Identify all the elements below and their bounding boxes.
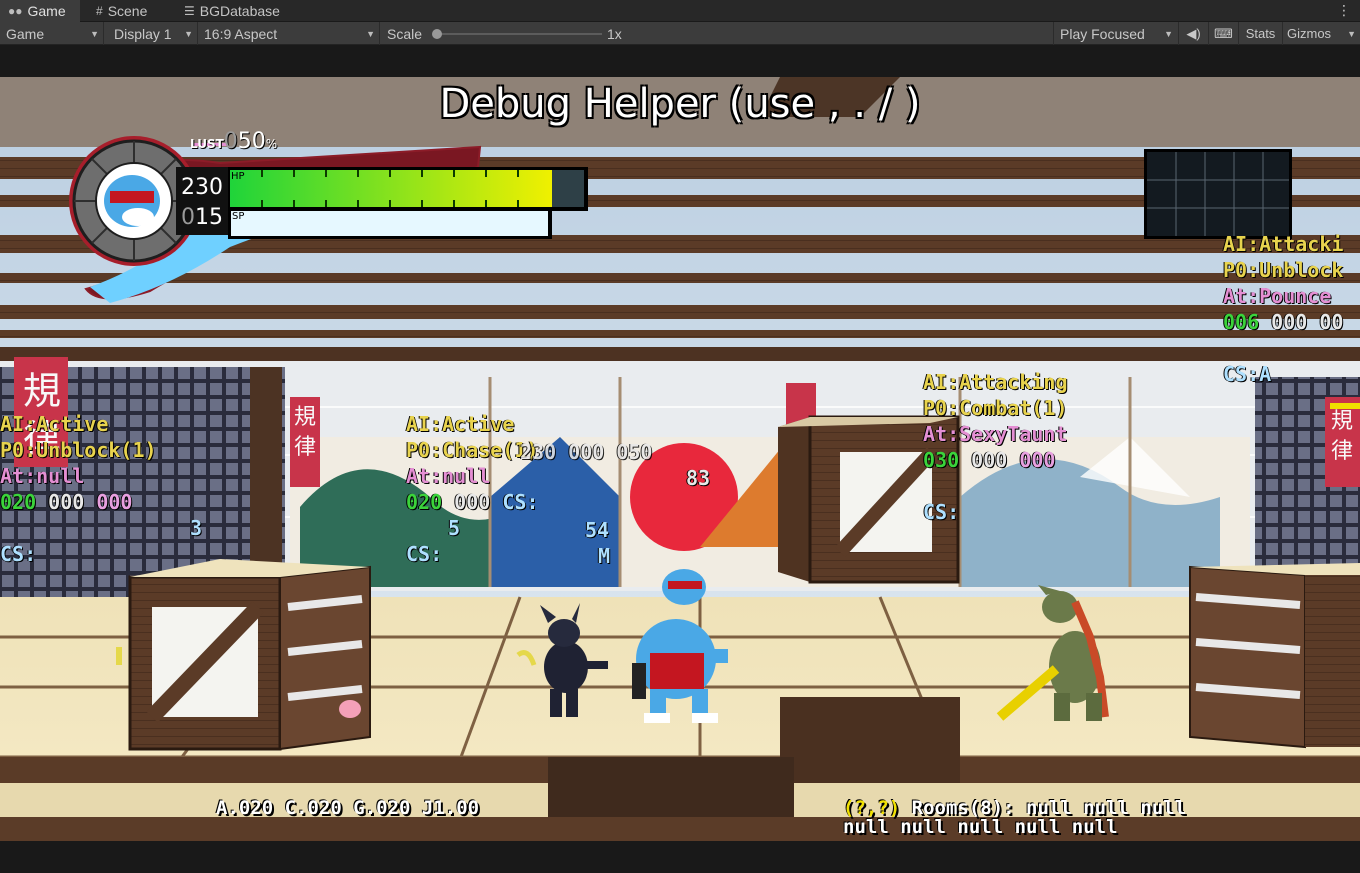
debug-right-ai: AI:Attacking (923, 370, 1068, 394)
display-label: Display 1 (114, 25, 172, 42)
grid-icon: # (96, 4, 103, 18)
debug-right-cs: CS: (923, 500, 960, 524)
debug-right-n3: 000 (1019, 448, 1056, 472)
gizmos-label: Gizmos (1287, 26, 1332, 41)
scale-label: Scale (387, 25, 423, 42)
player-stats-readout: A.020 C.020 G.020 J1.00 (216, 797, 480, 819)
game-viewport[interactable]: Debug Helper (use , . / ) LUST050% 230 H… (0, 77, 1360, 841)
debug-mid-overlay-nums: 230 000 050 (520, 440, 653, 464)
chevron-down-icon: ▼ (1347, 29, 1356, 39)
game-view-toolbar: Game ▼ Display 1 ▼ 16:9 Aspect ▼ Scale 1… (0, 22, 1360, 45)
debug-far-n1: 006 (1223, 310, 1260, 334)
hp-value: 230 (181, 175, 223, 200)
debug-mid-extra1: 5 (448, 516, 461, 540)
scale-value: 1x (607, 25, 622, 42)
minimap-grid (1147, 152, 1291, 236)
debug-left-n3: 000 (96, 490, 133, 514)
debug-right-counters: 030 000 000 (923, 447, 1055, 473)
database-icon: ☰ (184, 4, 195, 18)
sp-value-wrap: 015 (181, 205, 223, 230)
debug-right-n1: 030 (923, 448, 960, 472)
debug-mid-p0: P0:Chase(1) (406, 438, 539, 462)
chevron-down-icon: ▼ (90, 29, 99, 39)
rooms-readout-line2: null null null null null (843, 816, 1118, 838)
lust-label: LUST (190, 137, 224, 151)
viewport-top-letterbox (0, 45, 1360, 77)
play-mode-dropdown[interactable]: Play Focused ▼ (1053, 22, 1177, 45)
aspect-label: 16:9 Aspect (204, 25, 278, 42)
lust-meter: LUST050% (190, 129, 277, 154)
chevron-down-icon: ▼ (1164, 29, 1173, 39)
tab-game-label: Game (27, 3, 66, 19)
debug-left-extra: 3 (190, 516, 203, 540)
chevron-down-icon: ▼ (184, 29, 193, 39)
debug-mid-extra4: 83 (686, 466, 711, 490)
sp-value: 15 (195, 205, 223, 230)
debug-left-n2: 000 (48, 490, 85, 514)
kanji-sign-right: 規律 (1330, 409, 1353, 464)
gizmos-dropdown[interactable]: ▼ (1344, 22, 1360, 45)
lust-value-dim: 0 (223, 129, 238, 154)
gamepad-icon: ●● (8, 4, 23, 18)
kanji-sign-mid: 規律 (293, 405, 316, 460)
debug-far-ai: AI:Attacki (1223, 232, 1344, 256)
tab-scene[interactable]: # Scene (88, 0, 170, 22)
scale-slider-thumb[interactable] (432, 29, 442, 39)
debug-left-p0: P0:Unblock(1) (0, 438, 157, 462)
debug-mid-extra2: 54 (585, 518, 610, 542)
shortcuts-button[interactable]: ⌨ (1208, 22, 1238, 45)
play-mode-label: Play Focused (1060, 25, 1145, 42)
display-dropdown[interactable]: Display 1 ▼ (104, 22, 198, 45)
tab-bgdatabase[interactable]: ☰ BGDatabase (176, 0, 296, 22)
tab-bgdatabase-label: BGDatabase (199, 3, 280, 19)
debug-far-counters: 006 000 00 (1223, 309, 1343, 335)
debug-left-ai: AI:Active (0, 412, 109, 436)
sp-value-dim: 0 (181, 205, 195, 230)
debug-left-at: At:null (0, 464, 85, 488)
stats-button[interactable]: Stats (1238, 22, 1282, 45)
lust-value: 50 (237, 129, 266, 154)
debug-far-n2: 000 (1271, 310, 1308, 334)
aspect-dropdown[interactable]: 16:9 Aspect ▼ (198, 22, 380, 45)
view-mode-label: Game (6, 25, 45, 42)
editor-tab-bar: ●● Game # Scene ☰ BGDatabase ⋮ (0, 0, 1360, 22)
debug-mid-extra3: M (598, 544, 611, 568)
debug-left-counters: 020 000 000 (0, 489, 132, 515)
debug-far-p0: P0:Unblock (1223, 258, 1344, 282)
debug-far-at: At:Pounce (1223, 284, 1332, 308)
scale-slider[interactable] (434, 33, 602, 35)
gizmos-button[interactable]: Gizmos (1282, 22, 1344, 45)
lust-unit: % (265, 137, 278, 151)
speaker-icon: ◀) (1186, 25, 1201, 41)
keyboard-icon: ⌨ (1214, 25, 1233, 41)
debug-right-p0: P0:Combat(1) (923, 396, 1068, 420)
minimap (1144, 149, 1292, 239)
debug-mid-n1: 020 (406, 490, 443, 514)
view-mode-dropdown[interactable]: Game ▼ (0, 22, 104, 45)
hp-label: HP (231, 171, 245, 182)
debug-mid-at: At:null (406, 464, 491, 488)
debug-mid-cs-a: CS: (502, 490, 539, 514)
debug-left-n1: 020 (0, 490, 37, 514)
sp-label: SP (232, 211, 245, 222)
debug-right-at: At:SexyTaunt (923, 422, 1068, 446)
mute-audio-button[interactable]: ◀) (1178, 22, 1208, 45)
tab-game[interactable]: ●● Game (0, 0, 80, 22)
debug-right-n2: 000 (971, 448, 1008, 472)
debug-helper-title: Debug Helper (use , . / ) (439, 81, 921, 127)
debug-mid-cs-b: CS: (406, 542, 443, 566)
tab-scene-label: Scene (107, 3, 148, 19)
debug-mid-n2: 000 (454, 490, 491, 514)
debug-left-cs: CS: (0, 542, 37, 566)
chevron-down-icon: ▼ (366, 29, 375, 39)
debug-mid-ai: AI:Active (406, 412, 515, 436)
more-options-icon[interactable]: ⋮ (1337, 2, 1351, 19)
debug-far-n3: 00 (1319, 310, 1344, 334)
debug-far-cs: CS:A (1223, 362, 1272, 386)
viewport-bottom-letterbox (0, 841, 1360, 873)
minimap-lines (1147, 152, 1289, 236)
debug-mid-counters: 020 000 CS: (406, 489, 538, 515)
